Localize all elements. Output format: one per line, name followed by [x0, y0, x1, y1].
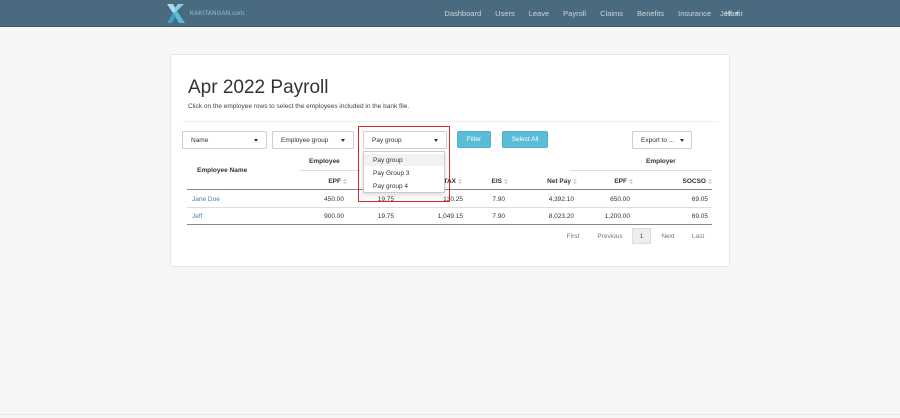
filter-button[interactable]: Filter: [457, 131, 491, 148]
nav-dashboard[interactable]: Dashboard: [437, 9, 488, 18]
employee-group-select[interactable]: Employee group: [272, 131, 354, 149]
sort-icon: [458, 178, 462, 184]
divider: [183, 121, 719, 122]
kakitangan-logo-icon: [167, 4, 185, 23]
row-cell-epf: 900.00: [324, 212, 344, 220]
brand-name: KAKITANGAN.com: [190, 10, 245, 17]
nav-users[interactable]: Users: [488, 9, 522, 18]
sort-icon: [573, 178, 577, 184]
row-cell-eis: 7.90: [492, 195, 505, 203]
chevron-down-icon: [254, 139, 258, 142]
employer-socso-header-label: SOCSO: [682, 177, 706, 185]
name-select[interactable]: Name: [182, 131, 267, 149]
pagination-first[interactable]: First: [560, 228, 586, 244]
dropdown-option-pay-group[interactable]: Pay group: [364, 154, 444, 166]
row-cell-net-pay: 8,023.20: [548, 212, 574, 220]
eis-header-label: EIS: [491, 177, 502, 185]
main-nav: Dashboard Users Leave Payroll Claims Ben…: [437, 0, 750, 27]
employee-group-select-label: Employee group: [281, 136, 329, 144]
header-bottom-border: [187, 189, 712, 190]
footer-divider: [0, 414, 900, 415]
row-cell-tax: 130.25: [443, 195, 463, 203]
pay-group-select[interactable]: Pay group: [363, 131, 447, 149]
group-divider: [570, 170, 712, 171]
page-subtitle: Click on the employee rows to select the…: [188, 103, 410, 110]
column-header-eis[interactable]: EIS: [470, 175, 508, 187]
group-header-employee: Employee: [309, 157, 340, 165]
brand-logo[interactable]: KAKITANGAN.com: [165, 3, 244, 24]
column-header-employee-name[interactable]: Employee Name: [197, 164, 247, 176]
nav-payroll[interactable]: Payroll: [556, 9, 593, 18]
row-cell-epf: 450.00: [324, 195, 344, 203]
chevron-down-icon: [734, 12, 739, 15]
export-button-label: Export to ...: [641, 136, 675, 144]
user-menu[interactable]: Jeff: [720, 0, 739, 27]
nav-insurance[interactable]: Insurance: [671, 9, 718, 18]
epf-header-label: EPF: [328, 177, 341, 185]
chevron-down-icon: [434, 139, 438, 142]
row-divider: [187, 207, 712, 208]
page-title: Apr 2022 Payroll: [188, 77, 329, 98]
pagination-page-1[interactable]: 1: [632, 228, 651, 244]
sort-icon: [629, 178, 633, 184]
top-navbar: KAKITANGAN.com Dashboard Users Leave Pay…: [0, 0, 900, 27]
row-cell-employer-socso: 69.05: [691, 195, 708, 203]
row-cell-eis: 7.90: [492, 212, 505, 220]
row-cell-employer-epf: 650.00: [610, 195, 630, 203]
tax-header-label: TAX: [443, 177, 456, 185]
sort-icon: [343, 178, 347, 184]
nav-leave[interactable]: Leave: [522, 9, 556, 18]
row-cell-net-pay: 4,392.10: [548, 195, 574, 203]
row-name-jane-doe[interactable]: Jane Doe: [192, 193, 292, 205]
sort-icon: [504, 178, 508, 184]
chevron-down-icon: [341, 139, 345, 142]
group-header-employer: Employer: [646, 157, 676, 165]
dropdown-option-pay-group-4[interactable]: Pay group 4: [364, 180, 444, 192]
row-cell-employer-epf: 1,200.00: [604, 212, 630, 220]
pagination-next[interactable]: Next: [656, 228, 680, 244]
net-pay-header-label: Net Pay: [547, 177, 571, 185]
sort-icon: [708, 178, 712, 184]
pagination-last[interactable]: Last: [687, 228, 709, 244]
pagination-previous[interactable]: Previous: [592, 228, 628, 244]
column-header-epf[interactable]: EPF: [300, 175, 347, 187]
nav-claims[interactable]: Claims: [593, 9, 630, 18]
row-cell-socso: 19.75: [377, 195, 394, 203]
table-bottom-border: [187, 224, 712, 225]
chevron-down-icon: [680, 139, 684, 142]
column-header-employer-socso[interactable]: SOCSO: [660, 175, 712, 187]
row-cell-socso: 19.75: [377, 212, 394, 220]
row-cell-tax: 1,049.15: [437, 212, 463, 220]
select-all-button[interactable]: Select All: [502, 131, 548, 148]
row-cell-employer-socso: 69.05: [691, 212, 708, 220]
employer-epf-header-label: EPF: [614, 177, 627, 185]
user-name: Jeff: [720, 9, 732, 18]
export-button[interactable]: Export to ...: [632, 131, 692, 149]
pay-group-select-label: Pay group: [372, 136, 402, 144]
dropdown-option-pay-group-3[interactable]: Pay Group 3: [364, 167, 444, 179]
nav-benefits[interactable]: Benefits: [630, 9, 671, 18]
pay-group-dropdown-menu: Pay group Pay Group 3 Pay group 4: [363, 151, 445, 193]
column-header-employer-epf[interactable]: EPF: [590, 175, 633, 187]
name-select-label: Name: [191, 136, 209, 144]
row-name-jeff[interactable]: Jeff: [192, 210, 292, 222]
column-header-net-pay[interactable]: Net Pay: [520, 175, 577, 187]
group-divider: [300, 170, 360, 171]
